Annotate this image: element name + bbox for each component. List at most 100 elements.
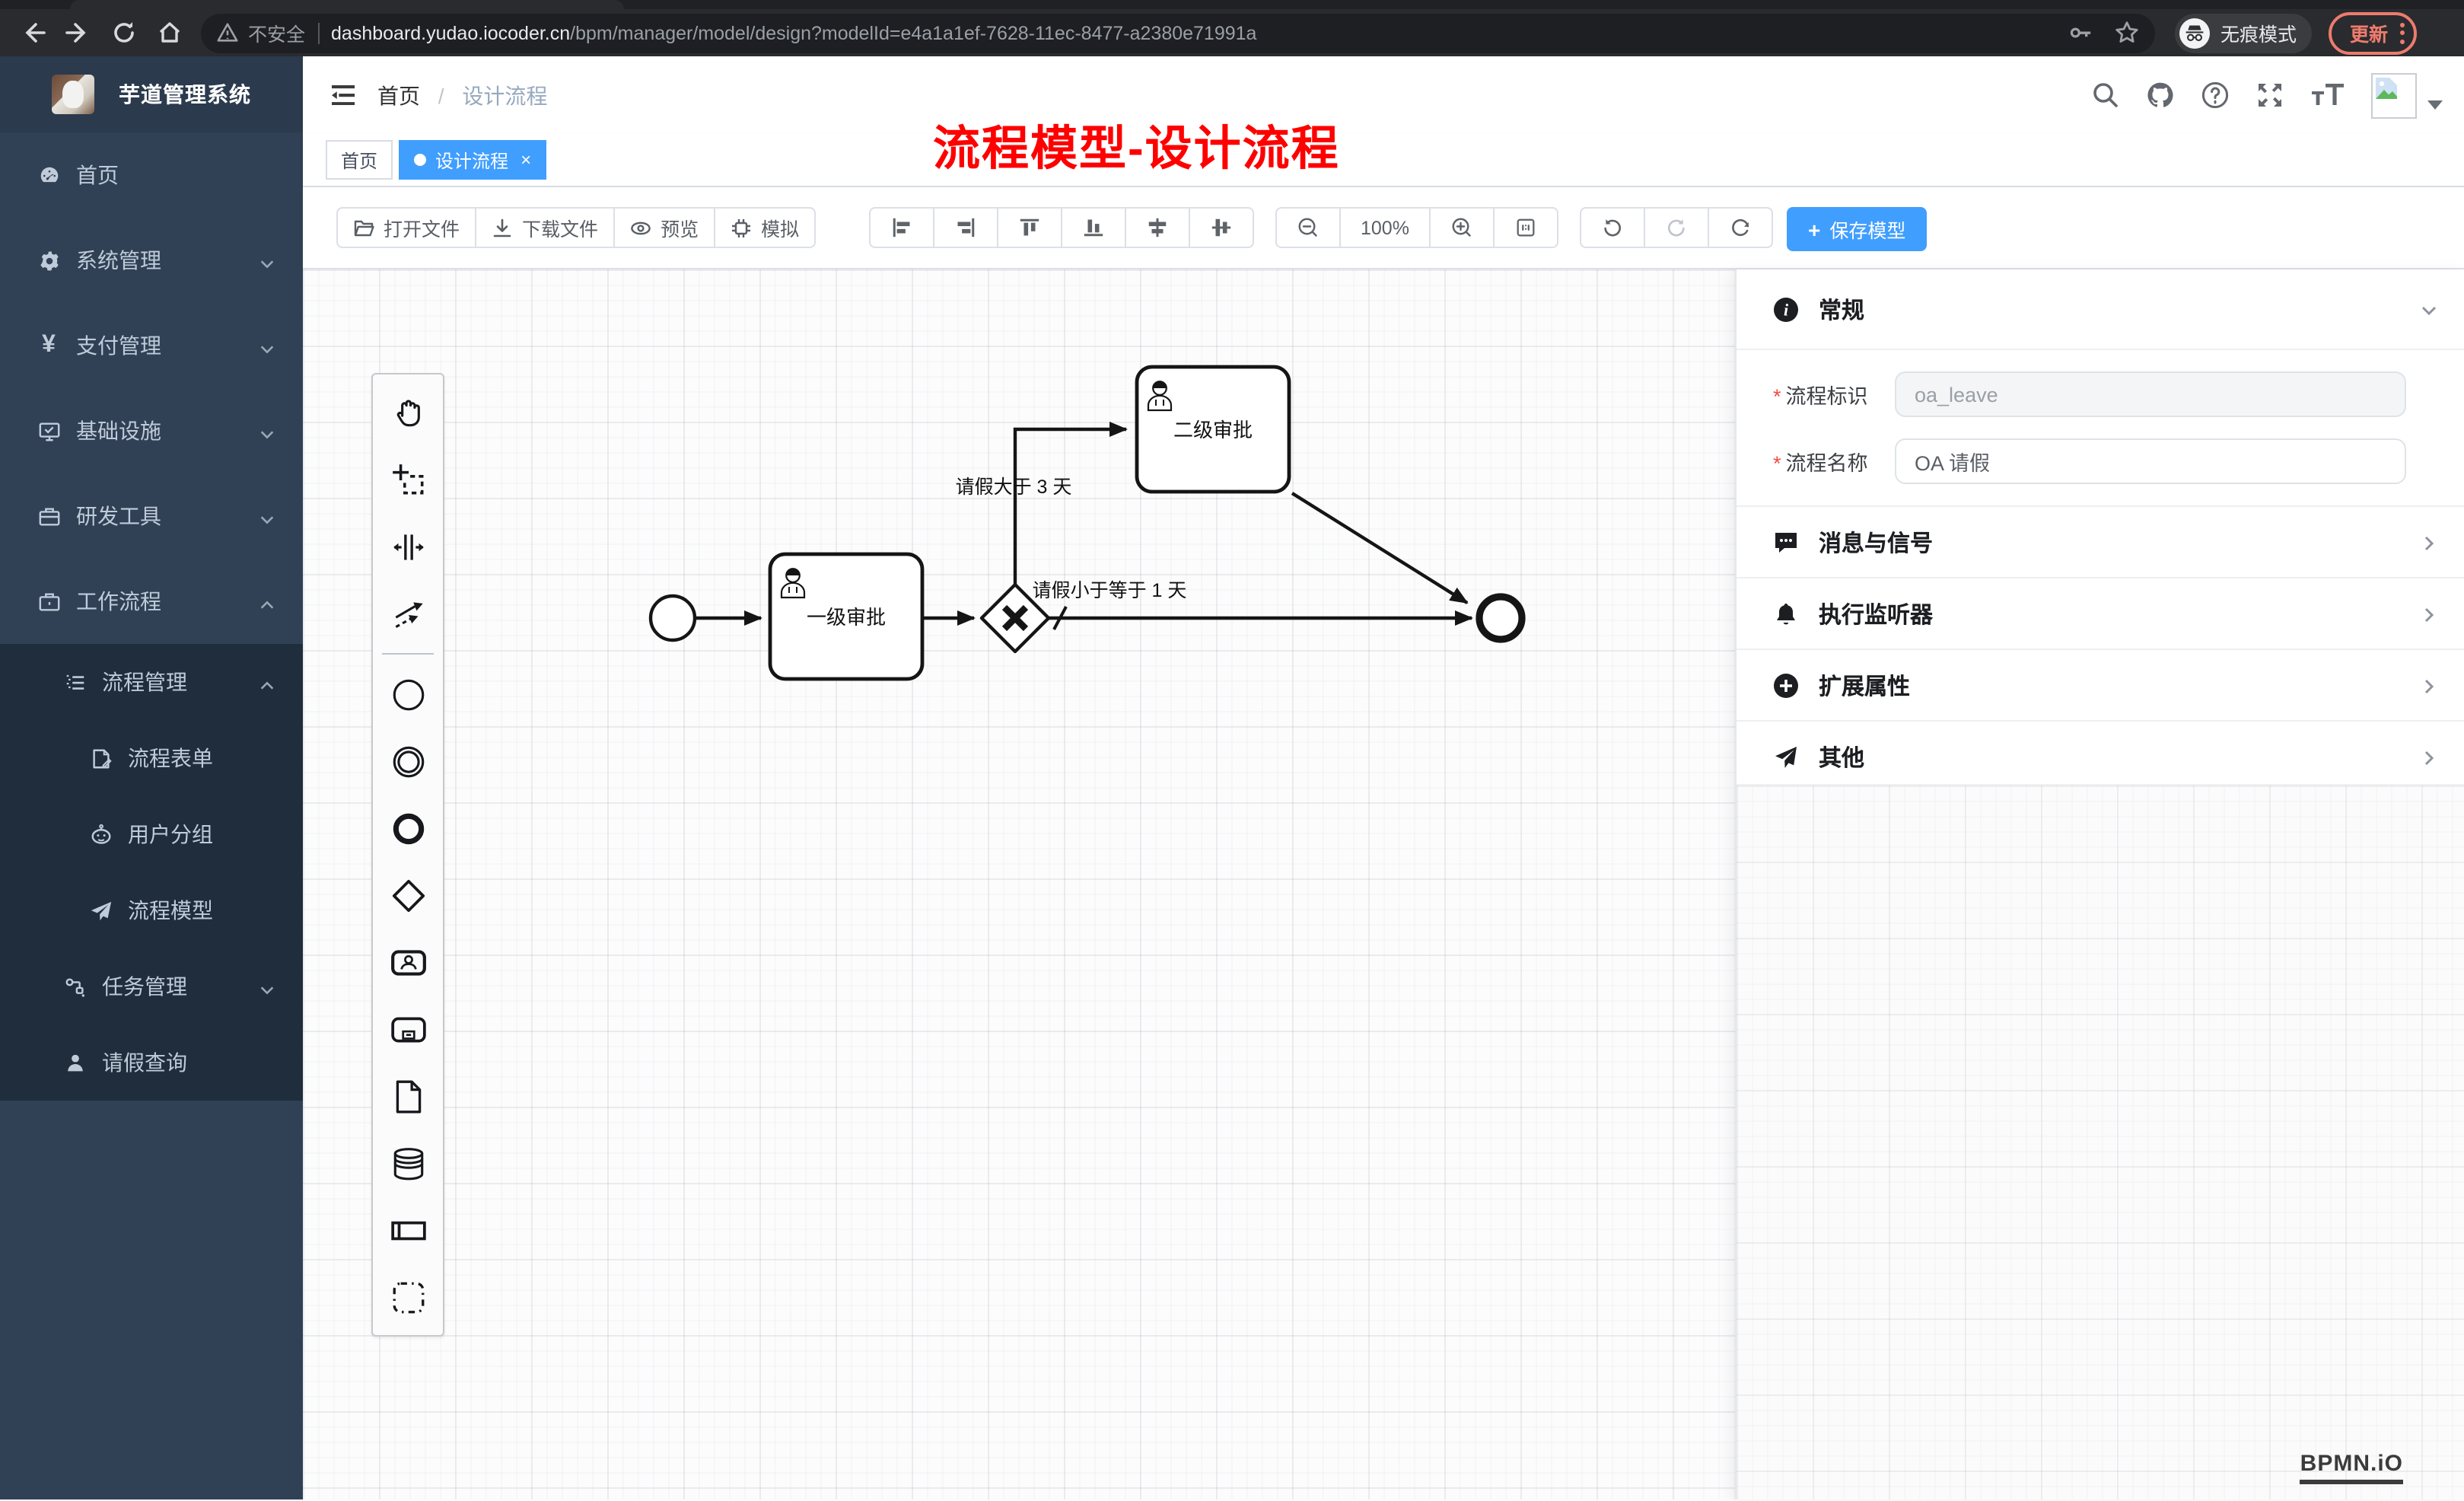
- save-model-button[interactable]: + 保存模型: [1787, 207, 1927, 251]
- app-logo-row[interactable]: 芋道管理系统: [0, 56, 303, 132]
- sidebar-item-user-group[interactable]: 用户分组: [0, 796, 303, 872]
- simulate-button[interactable]: 模拟: [714, 207, 816, 248]
- help-icon[interactable]: [2201, 81, 2230, 110]
- process-name-input[interactable]: [1895, 438, 2406, 484]
- align-right-button[interactable]: [933, 207, 998, 248]
- breadcrumb-home[interactable]: 首页: [377, 83, 420, 107]
- user-task-level1[interactable]: 一级审批: [770, 554, 922, 679]
- plus-circle-icon: [1773, 672, 1799, 698]
- sidebar-item-devtools[interactable]: 研发工具: [0, 473, 303, 559]
- annotation-title: 流程模型-设计流程: [933, 110, 1340, 178]
- task-label: 二级审批: [1173, 419, 1253, 441]
- flow-label-gt3[interactable]: 请假大于 3 天: [956, 476, 1072, 498]
- section-extended-properties[interactable]: 扩展属性: [1737, 649, 2464, 720]
- zoom-reset-button[interactable]: [1493, 207, 1558, 248]
- face-icon: [88, 822, 113, 846]
- avatar-caret-icon[interactable]: [2427, 100, 2443, 109]
- section-other[interactable]: 其他: [1737, 720, 2464, 792]
- sidebar-item-label: 流程表单: [128, 743, 213, 773]
- chevron-right-icon: [2420, 676, 2438, 694]
- back-icon[interactable]: [20, 20, 46, 46]
- chevron-right-icon: [2420, 604, 2438, 623]
- user-task-level2[interactable]: 二级审批: [1137, 367, 1289, 492]
- section-general[interactable]: i 常规: [1737, 269, 2464, 349]
- sidebar-item-infra[interactable]: 基础设施: [0, 388, 303, 473]
- zoom-in-button[interactable]: [1429, 207, 1495, 248]
- align-bottom-button[interactable]: [1061, 207, 1126, 248]
- chevron-down-icon: [259, 337, 275, 354]
- tag-design-process[interactable]: 设计流程 ×: [399, 140, 546, 180]
- sidebar-item-home[interactable]: 首页: [0, 132, 303, 218]
- restart-button[interactable]: [1708, 207, 1773, 248]
- section-title: 常规: [1819, 293, 2420, 325]
- align-horizontal-center-button[interactable]: [1189, 207, 1254, 248]
- flow-task2-to-end[interactable]: [1292, 493, 1467, 603]
- align-vcenter-icon: [1146, 216, 1169, 239]
- sidebar-item-process-form[interactable]: 流程表单: [0, 720, 303, 796]
- sidebar-item-process-mgmt[interactable]: 流程管理: [0, 644, 303, 720]
- download-file-button[interactable]: 下载文件: [475, 207, 615, 248]
- tag-home[interactable]: 首页: [326, 140, 393, 180]
- open-file-button[interactable]: 打开文件: [336, 207, 476, 248]
- flow-label-le1[interactable]: 请假小于等于 1 天: [1033, 580, 1187, 601]
- button-label: 下载文件: [522, 213, 598, 242]
- address-bar[interactable]: 不安全 dashboard.yudao.iocoder.cn/bpm/manag…: [201, 13, 2155, 53]
- bpmn-canvas[interactable]: 请假大于 3 天 请假小于等于 1 天 一级审批: [303, 268, 2464, 1499]
- required-mark: *: [1773, 452, 1781, 475]
- incognito-icon: [2179, 18, 2210, 48]
- zoom-level[interactable]: 100%: [1339, 207, 1431, 248]
- forward-icon[interactable]: [65, 20, 91, 46]
- breadcrumb-current: 设计流程: [462, 83, 547, 107]
- sidebar-item-label: 流程模型: [128, 895, 213, 926]
- flow-nodes-icon: [62, 974, 87, 999]
- sidebar-item-system[interactable]: 系统管理: [0, 218, 303, 303]
- divider: [317, 22, 319, 43]
- sidebar-item-label: 基础设施: [76, 416, 161, 446]
- process-key-input[interactable]: [1895, 371, 2406, 417]
- section-message-signal[interactable]: 消息与信号: [1737, 505, 2464, 577]
- password-key-icon[interactable]: [2067, 20, 2093, 46]
- security-label[interactable]: 不安全: [248, 18, 305, 47]
- browser-menu-icon[interactable]: [2400, 22, 2405, 43]
- flow-gateway-to-task2[interactable]: [1015, 429, 1126, 585]
- download-icon: [492, 217, 513, 238]
- section-execution-listener[interactable]: 执行监听器: [1737, 577, 2464, 649]
- start-event[interactable]: [651, 596, 695, 640]
- sidebar-empty-area: [0, 1101, 303, 1499]
- update-button[interactable]: 更新: [2329, 11, 2417, 54]
- undo-button[interactable]: [1580, 207, 1645, 248]
- incognito-badge[interactable]: 无痕模式: [2175, 13, 2312, 53]
- reload-icon[interactable]: [111, 20, 137, 46]
- sidebar-item-payment[interactable]: ¥ 支付管理: [0, 303, 303, 388]
- field-process-name: *流程名称: [1737, 438, 2464, 484]
- align-vertical-center-button[interactable]: [1125, 207, 1190, 248]
- preview-button[interactable]: 预览: [613, 207, 715, 248]
- bpmn-io-watermark[interactable]: BPMN.iO: [2300, 1451, 2403, 1484]
- end-event[interactable]: [1479, 597, 1522, 639]
- browser-tab[interactable]: [70, 0, 624, 9]
- search-icon[interactable]: [2091, 81, 2120, 110]
- send-icon: [1773, 744, 1799, 770]
- sidebar: 芋道管理系统 首页 系统管理 ¥ 支付管理 基础设施 研发工具 工作: [0, 56, 303, 1499]
- sidebar-item-process-model[interactable]: 流程模型: [0, 872, 303, 948]
- github-icon[interactable]: [2146, 81, 2175, 110]
- hamburger-icon[interactable]: [332, 85, 355, 105]
- zoom-out-button[interactable]: [1275, 207, 1341, 248]
- sidebar-item-task-mgmt[interactable]: 任务管理: [0, 948, 303, 1025]
- chevron-down-icon: [259, 978, 275, 995]
- section-title: 执行监听器: [1819, 598, 2420, 629]
- sidebar-item-leave-query[interactable]: 请假查询: [0, 1025, 303, 1101]
- sidebar-item-workflow[interactable]: 工作流程: [0, 559, 303, 644]
- bookmark-star-icon[interactable]: [2114, 20, 2140, 46]
- gear-icon: [37, 248, 61, 272]
- home-icon[interactable]: [157, 20, 183, 46]
- zoom-level-label: 100%: [1361, 217, 1409, 238]
- align-left-button[interactable]: [869, 207, 934, 248]
- button-label: 打开文件: [384, 213, 460, 242]
- align-top-button[interactable]: [997, 207, 1062, 248]
- font-size-icon[interactable]: [2310, 81, 2345, 110]
- close-icon[interactable]: ×: [520, 149, 531, 170]
- fullscreen-icon[interactable]: [2255, 81, 2284, 110]
- field-process-key: *流程标识: [1737, 371, 2464, 417]
- avatar[interactable]: [2371, 72, 2417, 118]
